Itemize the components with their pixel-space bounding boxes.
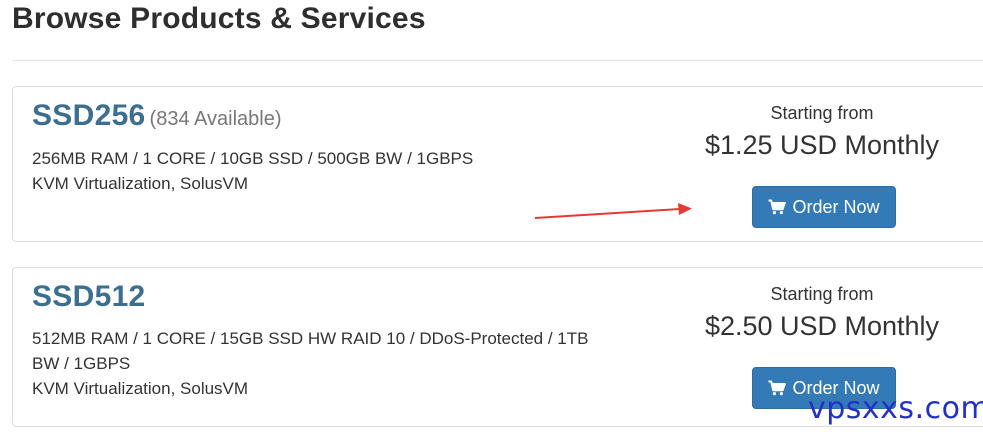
pricing-block: Starting from $1.25 USD Monthly	[703, 101, 941, 163]
description-line: BW / 1GBPS	[32, 354, 131, 373]
product-name: SSD512	[32, 280, 146, 314]
description-line: KVM Virtualization, SolusVM	[32, 379, 249, 398]
starting-from-label: Starting from	[770, 103, 874, 123]
product-name: SSD256 (834 Available)	[32, 99, 282, 133]
product-card-ssd256: SSD256 (834 Available) 256MB RAM / 1 CORE…	[12, 86, 983, 242]
title-divider	[12, 60, 983, 61]
price: $1.25 USD Monthly	[704, 130, 940, 160]
product-description: 512MB RAM / 1 CORE / 15GB SSD HW RAID 10…	[32, 326, 652, 401]
pricing-block: Starting from $2.50 USD Monthly	[703, 282, 941, 344]
product-name-text: SSD256	[32, 99, 146, 132]
description-line: 256MB RAM / 1 CORE / 10GB SSD / 500GB BW…	[32, 149, 474, 168]
shopping-cart-icon	[768, 380, 787, 396]
page-title: Browse Products & Services	[12, 2, 426, 35]
description-line: KVM Virtualization, SolusVM	[32, 174, 249, 193]
description-line: 512MB RAM / 1 CORE / 15GB SSD HW RAID 10…	[32, 329, 589, 348]
order-now-button[interactable]: Order Now	[752, 186, 896, 228]
availability-count: (834 Available)	[149, 108, 282, 130]
product-name-text: SSD512	[32, 280, 146, 313]
red-arrow-icon	[534, 203, 692, 219]
price: $2.50 USD Monthly	[704, 311, 940, 341]
order-now-label: Order Now	[792, 196, 880, 217]
starting-from-label: Starting from	[770, 284, 874, 304]
watermark: vpsxxs.com	[808, 391, 983, 426]
shopping-cart-icon	[768, 199, 787, 215]
product-description: 256MB RAM / 1 CORE / 10GB SSD / 500GB BW…	[32, 146, 652, 196]
